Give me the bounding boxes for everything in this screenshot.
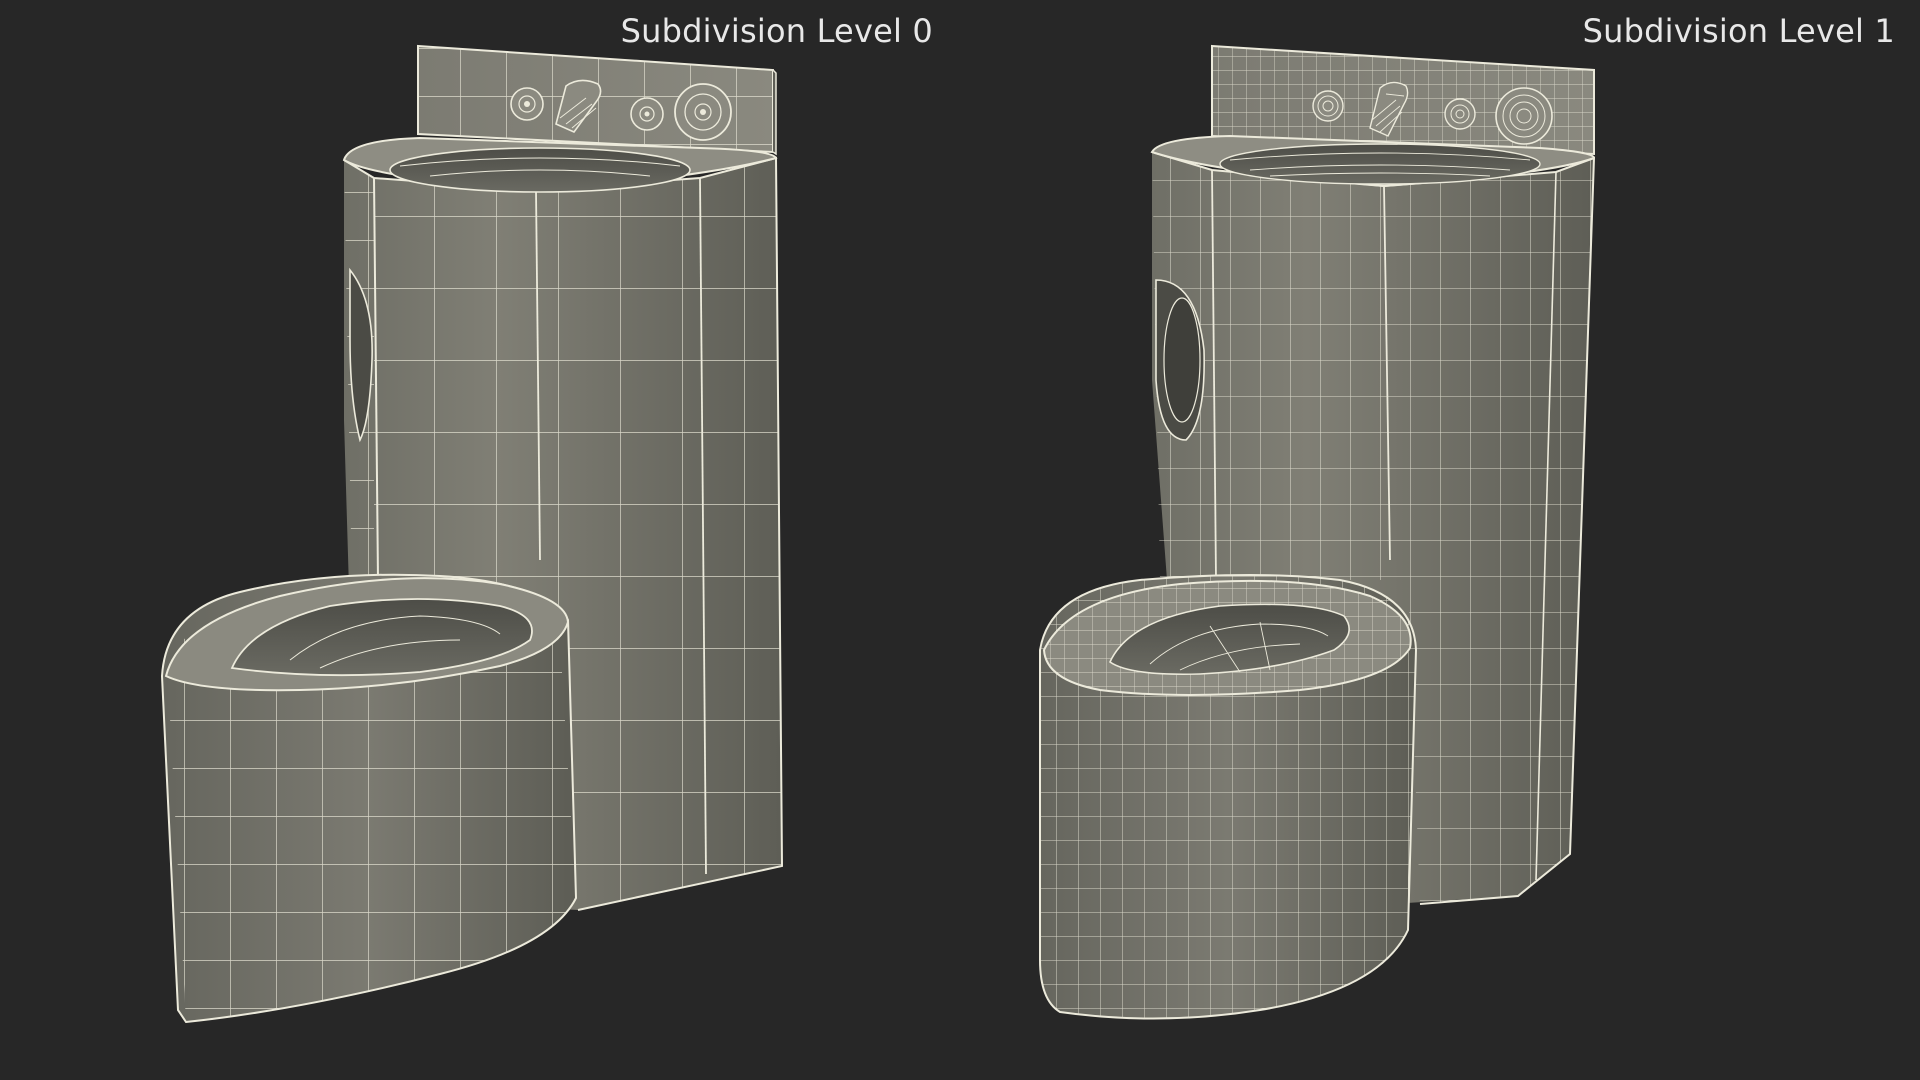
toilet-sink-model-level-1 (1039, 44, 1596, 1020)
toilet-sink-model-level-0 (160, 44, 784, 1024)
toilet-bowl (1039, 574, 1418, 1020)
tap-knob-middle (1444, 98, 1476, 130)
toilet-bowl (160, 573, 578, 1024)
tap-knob-middle (630, 97, 664, 131)
backsplash-panel (417, 44, 777, 156)
tap-knob-left (510, 87, 544, 121)
render-viewport: Subdivision Level 0 Subdivision Level 1 (0, 0, 1920, 1080)
render-canvas (160, 44, 1596, 1024)
drain-push-button (1495, 87, 1553, 145)
drain-push-button (674, 83, 732, 141)
tap-knob-left (1312, 90, 1344, 122)
